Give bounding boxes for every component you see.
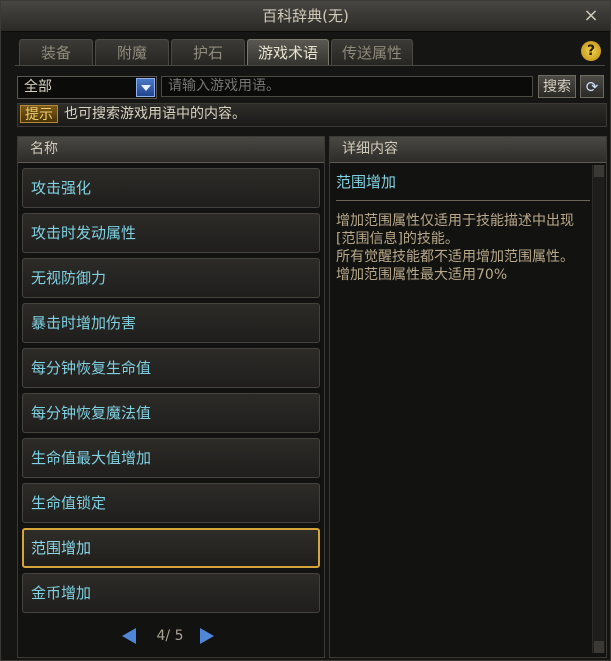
list-item[interactable]: 每分钟恢复魔法值 (22, 393, 320, 433)
list-item[interactable]: 暴击时增加伤害 (22, 303, 320, 343)
list-item[interactable]: 生命值最大值增加 (22, 438, 320, 478)
list-item[interactable]: 攻击时发动属性 (22, 213, 320, 253)
window-title: 百科辞典(无) (262, 7, 349, 25)
list-item-label: 每分钟恢复生命值 (31, 359, 152, 377)
list-item-label: 暴击时增加伤害 (31, 314, 137, 332)
detail-panel: 详细内容 范围增加 增加范围属性仅适用于技能描述中出现[范围信息]的技能。 所有… (329, 136, 607, 658)
tab-equipment[interactable]: 装备 (19, 39, 93, 66)
list-item-label: 生命值最大值增加 (31, 449, 152, 467)
list-item-label: 攻击强化 (31, 179, 92, 197)
refresh-icon[interactable]: ⟳ (580, 75, 604, 98)
list-item-label: 无视防御力 (31, 269, 107, 287)
encyclopedia-window: 百科辞典(无) × 装备 附魔 护石 游戏术语 传送属性 ? 全部 搜索 ⟳ 提… (0, 0, 611, 661)
category-selected: 全部 (24, 79, 52, 95)
detail-header: 详细内容 (330, 137, 606, 163)
help-icon[interactable]: ? (581, 41, 601, 61)
scroll-up-icon[interactable] (594, 165, 604, 177)
list-item-label: 金币增加 (31, 584, 92, 602)
detail-title: 范围增加 (336, 173, 397, 191)
term-list-panel: 名称 攻击强化 攻击时发动属性 无视防御力 暴击时增加伤害 每分钟恢复生命值 每… (17, 136, 325, 658)
list-item-label: 每分钟恢复魔法值 (31, 404, 152, 422)
detail-header-label: 详细内容 (342, 141, 398, 157)
chevron-down-icon[interactable] (136, 78, 155, 97)
list-header-label: 名称 (30, 141, 58, 157)
list-item-label: 范围增加 (31, 539, 92, 557)
category-dropdown[interactable]: 全部 (17, 76, 157, 99)
close-icon[interactable]: × (580, 5, 602, 27)
list-item-label: 攻击时发动属性 (31, 224, 137, 242)
tab-enchant[interactable]: 附魔 (95, 39, 169, 66)
detail-line: 所有觉醒技能都不适用增加范围属性。 (336, 249, 574, 265)
tab-game-terms[interactable]: 游戏术语 (247, 39, 329, 66)
search-button[interactable]: 搜索 (538, 75, 576, 98)
scroll-down-icon[interactable] (594, 641, 604, 653)
hint-bar: 提示 也可搜索游戏用语中的内容。 (17, 103, 607, 127)
search-input[interactable] (161, 76, 533, 97)
list-item[interactable]: 每分钟恢复生命值 (22, 348, 320, 388)
list-header: 名称 (18, 137, 324, 163)
list-item-selected[interactable]: 范围增加 (22, 528, 320, 568)
tab-talisman[interactable]: 护石 (171, 39, 245, 66)
tab-teleport-attributes[interactable]: 传送属性 (331, 39, 413, 66)
list-item[interactable]: 生命值锁定 (22, 483, 320, 523)
page-indicator: 4/ 5 (156, 628, 184, 644)
list-item[interactable]: 攻击强化 (22, 168, 320, 208)
list-item-label: 生命值锁定 (31, 494, 107, 512)
detail-line: 增加范围属性仅适用于技能描述中出现[范围信息]的技能。 (336, 213, 574, 247)
hint-tag: 提示 (20, 105, 58, 123)
detail-body: 增加范围属性仅适用于技能描述中出现[范围信息]的技能。 所有觉醒技能都不适用增加… (336, 212, 590, 284)
detail-line: 增加范围属性最大适用70% (336, 267, 508, 283)
tab-divider (15, 65, 605, 66)
detail-scrollbar[interactable] (592, 165, 605, 653)
hint-text: 也可搜索游戏用语中的内容。 (64, 106, 246, 122)
detail-divider (336, 200, 590, 201)
list-item[interactable]: 无视防御力 (22, 258, 320, 298)
list-item[interactable]: 金币增加 (22, 573, 320, 613)
title-bar: 百科辞典(无) × (1, 1, 610, 32)
page-next-icon[interactable] (200, 628, 214, 644)
page-prev-icon[interactable] (122, 628, 136, 644)
